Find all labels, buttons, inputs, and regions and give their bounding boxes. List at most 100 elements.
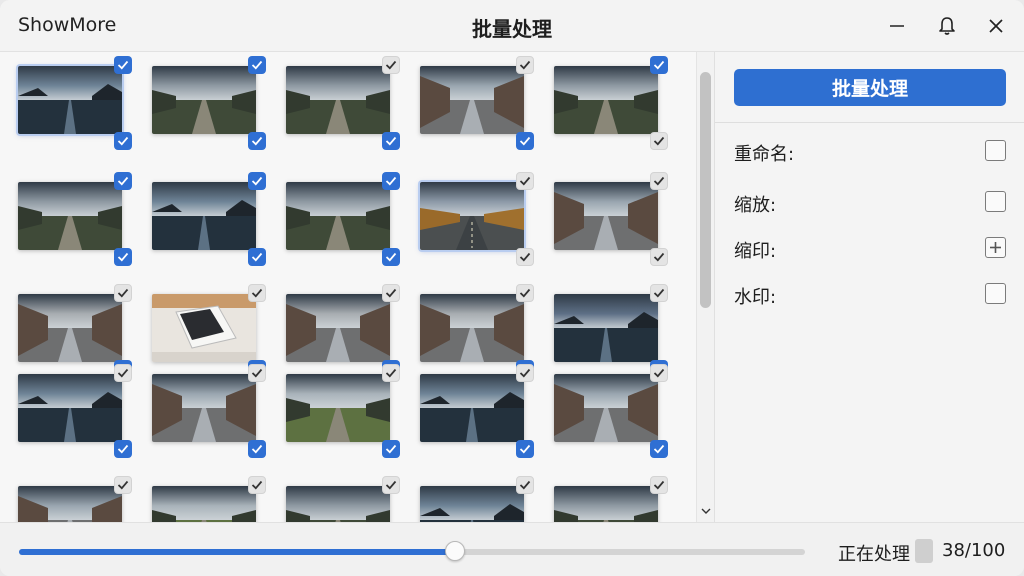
processed-checkbox[interactable] (650, 132, 668, 150)
processed-checkbox[interactable] (114, 132, 132, 150)
processed-checkbox[interactable] (248, 440, 266, 458)
processed-checkbox[interactable] (248, 248, 266, 266)
select-checkbox[interactable] (516, 364, 534, 382)
select-checkbox[interactable] (516, 172, 534, 190)
processed-checkbox[interactable] (382, 440, 400, 458)
select-checkbox[interactable] (248, 56, 266, 74)
checkmark-icon (385, 288, 397, 298)
image-thumbnail[interactable] (148, 476, 266, 522)
select-checkbox[interactable] (650, 364, 668, 382)
image-thumbnail[interactable] (416, 364, 534, 458)
processed-checkbox[interactable] (516, 440, 534, 458)
close-button[interactable] (978, 10, 1014, 42)
batch-process-button[interactable]: 批量处理 (734, 69, 1006, 106)
select-checkbox[interactable] (382, 476, 400, 494)
image-thumbnail[interactable] (14, 172, 132, 266)
option-thumbnail-print: 缩印: (734, 233, 1006, 263)
processed-checkbox[interactable] (114, 248, 132, 266)
select-checkbox[interactable] (114, 284, 132, 302)
image-thumbnail[interactable] (282, 284, 400, 378)
image-thumbnail[interactable] (14, 56, 132, 150)
checkmark-icon (519, 480, 531, 490)
thumbnail-image (286, 182, 390, 250)
select-checkbox[interactable] (382, 364, 400, 382)
thumbnail-image (152, 182, 256, 250)
watermark-checkbox[interactable] (985, 283, 1006, 304)
select-checkbox[interactable] (516, 56, 534, 74)
option-label: 重命名: (734, 144, 795, 165)
thumbnail-image (18, 374, 122, 442)
image-thumbnail[interactable] (282, 172, 400, 266)
select-checkbox[interactable] (516, 284, 534, 302)
checkmark-icon (117, 288, 129, 298)
progress-bar[interactable] (19, 541, 805, 561)
processed-checkbox[interactable] (114, 440, 132, 458)
image-thumbnail[interactable] (148, 364, 266, 458)
thumbnail-image (152, 66, 256, 134)
select-checkbox[interactable] (650, 56, 668, 74)
image-thumbnail[interactable] (416, 56, 534, 150)
scrollbar-thumb[interactable] (700, 72, 711, 308)
processed-checkbox[interactable] (382, 132, 400, 150)
options-panel: 批量处理 重命名: 缩放: 缩印: 水印: (714, 52, 1024, 522)
select-checkbox[interactable] (248, 172, 266, 190)
image-thumbnail[interactable] (148, 172, 266, 266)
image-thumbnail[interactable] (550, 284, 668, 378)
scroll-down-arrow[interactable] (699, 504, 713, 518)
image-thumbnail[interactable] (550, 172, 668, 266)
notification-button[interactable] (929, 10, 965, 42)
select-checkbox[interactable] (114, 172, 132, 190)
checkmark-icon (117, 60, 129, 70)
select-checkbox[interactable] (114, 476, 132, 494)
image-thumbnail[interactable] (282, 56, 400, 150)
processed-checkbox[interactable] (650, 440, 668, 458)
progress-handle[interactable] (445, 541, 466, 561)
checkmark-icon (385, 480, 397, 490)
image-thumbnail[interactable] (416, 284, 534, 378)
image-thumbnail[interactable] (14, 364, 132, 458)
image-thumbnail[interactable] (282, 364, 400, 458)
select-checkbox[interactable] (248, 364, 266, 382)
minimize-button[interactable] (879, 10, 915, 42)
option-label: 缩印: (734, 241, 777, 262)
select-checkbox[interactable] (114, 56, 132, 74)
select-checkbox[interactable] (516, 476, 534, 494)
gallery-scrollbar[interactable] (696, 52, 714, 522)
progress-fill (19, 549, 456, 555)
image-thumbnail[interactable] (148, 284, 266, 378)
image-thumbnail[interactable] (550, 56, 668, 150)
thumbnail-image (152, 374, 256, 442)
select-checkbox[interactable] (114, 364, 132, 382)
processed-checkbox[interactable] (650, 248, 668, 266)
checkmark-icon (251, 368, 263, 378)
image-thumbnail[interactable] (416, 476, 534, 522)
checkmark-icon (385, 136, 397, 146)
processed-checkbox[interactable] (516, 132, 534, 150)
select-checkbox[interactable] (382, 56, 400, 74)
image-thumbnail[interactable] (550, 364, 668, 458)
window-title: 批量处理 (472, 17, 552, 41)
resize-checkbox[interactable] (985, 191, 1006, 212)
select-checkbox[interactable] (248, 284, 266, 302)
select-checkbox[interactable] (248, 476, 266, 494)
thumbnail-image (152, 486, 256, 522)
thumbnail-print-add-button[interactable] (985, 237, 1006, 258)
image-thumbnail[interactable] (14, 476, 132, 522)
processed-checkbox[interactable] (248, 132, 266, 150)
image-thumbnail[interactable] (550, 476, 668, 522)
image-thumbnail[interactable] (148, 56, 266, 150)
select-checkbox[interactable] (650, 476, 668, 494)
select-checkbox[interactable] (382, 172, 400, 190)
select-checkbox[interactable] (650, 284, 668, 302)
thumbnail-image (286, 66, 390, 134)
image-thumbnail[interactable] (282, 476, 400, 522)
select-checkbox[interactable] (382, 284, 400, 302)
select-checkbox[interactable] (650, 172, 668, 190)
thumbnail-image (18, 66, 122, 134)
image-thumbnail[interactable] (416, 172, 534, 266)
close-icon (989, 19, 1003, 33)
image-thumbnail[interactable] (14, 284, 132, 378)
processed-checkbox[interactable] (516, 248, 534, 266)
rename-checkbox[interactable] (985, 140, 1006, 161)
processed-checkbox[interactable] (382, 248, 400, 266)
